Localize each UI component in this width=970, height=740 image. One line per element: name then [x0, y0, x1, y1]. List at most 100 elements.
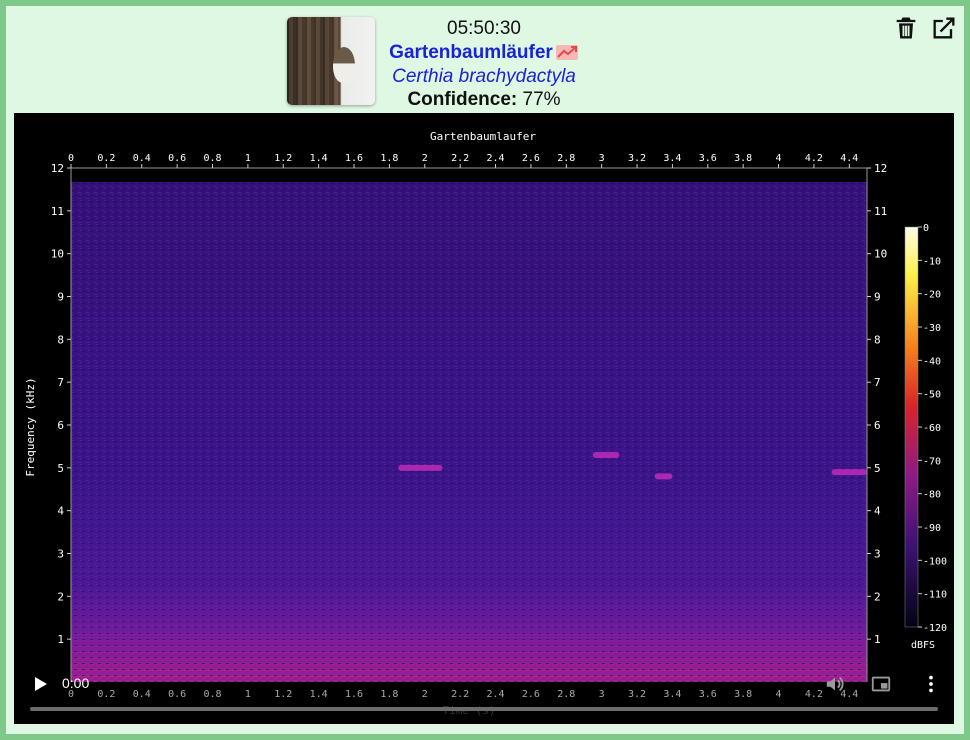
y-tick-label: 12 [874, 162, 887, 175]
y-tick-label: 3 [57, 548, 64, 561]
trend-up-icon [555, 42, 579, 68]
y-tick-label: 1 [57, 633, 64, 646]
trash-icon[interactable] [892, 14, 920, 42]
x-tick-label: 0.4 [133, 153, 151, 164]
x-tick-label: 0 [68, 153, 74, 164]
y-tick-label: 6 [874, 419, 881, 432]
chart-title: Gartenbaumlaufer [430, 130, 536, 143]
detection-time: 05:50:30 [447, 18, 521, 39]
confidence-value: 77% [522, 89, 561, 110]
picture-in-picture-icon[interactable] [870, 673, 892, 695]
x-tick-label: 2.8 [557, 153, 575, 164]
y-tick-label: 4 [874, 505, 881, 518]
y-tick-label: 9 [874, 291, 881, 304]
colorbar-tick-label: -70 [923, 456, 941, 467]
y-tick-label: 4 [57, 505, 64, 518]
x-tick-label: 1 [245, 153, 251, 164]
band-line [71, 643, 867, 644]
common-name: Gartenbaumläufer [389, 42, 553, 63]
y-tick-label: 7 [874, 376, 881, 389]
y-tick-label: 10 [51, 248, 64, 261]
external-link-icon[interactable] [930, 14, 958, 42]
colorbar [904, 226, 919, 628]
x-tick-label: 1.8 [380, 153, 398, 164]
x-tick-label: 1.4 [310, 153, 328, 164]
colorbar-tick-label: -20 [923, 290, 941, 301]
band-line [71, 658, 867, 659]
colorbar-tick-label: -40 [923, 356, 941, 367]
x-tick-label: 3 [599, 153, 605, 164]
x-tick-label: 4.2 [805, 153, 823, 164]
call-mark [654, 473, 673, 480]
x-tick-label: 2 [422, 153, 428, 164]
y-tick-label: 12 [51, 162, 64, 175]
band-line [71, 634, 867, 635]
play-icon[interactable] [30, 674, 50, 694]
x-tick-label: 3.2 [628, 153, 646, 164]
colorbar-tick-label: -50 [923, 390, 941, 401]
volume-icon[interactable] [824, 673, 846, 695]
y-tick-label: 11 [874, 205, 887, 218]
x-tick-label: 1.2 [274, 153, 292, 164]
y-tick-label: 1 [874, 633, 881, 646]
common-name-link[interactable]: Gartenbaumläufer [384, 42, 584, 68]
bird-thumbnail[interactable] [287, 17, 375, 105]
colorbar-tick-label: -120 [923, 623, 947, 634]
bird-figure [333, 47, 355, 83]
x-tick-label: 0.2 [97, 153, 115, 164]
y-tick-label: 2 [874, 590, 881, 603]
scientific-name: Certhia brachydactyla [392, 66, 576, 87]
confidence: Confidence: 77% [384, 89, 584, 111]
colorbar-label: dBFS [911, 640, 935, 651]
y-axis-label: Frequency (kHz) [24, 377, 37, 476]
y-tick-label: 11 [51, 205, 64, 218]
confidence-label: Confidence: [407, 89, 518, 110]
y-tick-label: 10 [874, 248, 887, 261]
current-time: 0:00 [62, 675, 90, 691]
audio-player: Gartenbaumlaufer 0 0.2 0.4 0.6 0.8 1 1.2 1.4 1.6… [14, 113, 954, 724]
x-tick-label: 3.8 [734, 153, 752, 164]
x-tick-label: 2.6 [522, 153, 540, 164]
y-tick-label: 3 [874, 548, 881, 561]
plot-noise [71, 182, 867, 682]
call-mark [831, 469, 867, 476]
y-tick-label: 5 [874, 462, 881, 475]
colorbar-tick-label: -100 [923, 556, 947, 567]
x-tick-label: 3.4 [663, 153, 681, 164]
detection-header: 05:50:30 Gartenbaumläufer Certhia brachy… [6, 6, 964, 114]
x-tick-label: 0.6 [168, 153, 186, 164]
player-controls: 0:00 [14, 661, 954, 724]
x-tick-label: 1.6 [345, 153, 363, 164]
band-line [71, 637, 867, 638]
colorbar-tick-label: -60 [923, 423, 941, 434]
y-tick-label: 2 [57, 590, 64, 603]
x-tick-label: 4.4 [840, 153, 858, 164]
call-mark [592, 451, 620, 458]
y-tick-label: 9 [57, 291, 64, 304]
colorbar-tick-label: -10 [923, 256, 941, 267]
more-vert-icon[interactable] [920, 673, 942, 695]
call-mark [398, 464, 443, 471]
band-line [71, 646, 867, 647]
colorbar-tick-label: -110 [923, 590, 947, 601]
y-tick-label: 8 [874, 333, 881, 346]
x-tick-label: 2.2 [451, 153, 469, 164]
x-tick-label: 3.6 [699, 153, 717, 164]
spectrogram: Gartenbaumlaufer 0 0.2 0.4 0.6 0.8 1 1.2 1.4 1.6… [14, 113, 954, 724]
colorbar-tick-label: -80 [923, 490, 941, 501]
x-tick-label: 2.4 [487, 153, 505, 164]
detection-card: 05:50:30 Gartenbaumläufer Certhia brachy… [0, 0, 970, 740]
band-line [71, 649, 867, 650]
colorbar-tick-label: 0 [923, 223, 929, 234]
y-tick-label: 7 [57, 376, 64, 389]
x-tick-label: 4 [776, 153, 782, 164]
band-line [71, 655, 867, 656]
y-tick-label: 8 [57, 333, 64, 346]
x-tick-label: 0.8 [203, 153, 221, 164]
colorbar-tick-label: -90 [923, 523, 941, 534]
band-line [71, 640, 867, 641]
seek-bar[interactable] [30, 707, 938, 711]
y-tick-label: 5 [57, 462, 64, 475]
y-tick-label: 6 [57, 419, 64, 432]
band-line [71, 652, 867, 653]
